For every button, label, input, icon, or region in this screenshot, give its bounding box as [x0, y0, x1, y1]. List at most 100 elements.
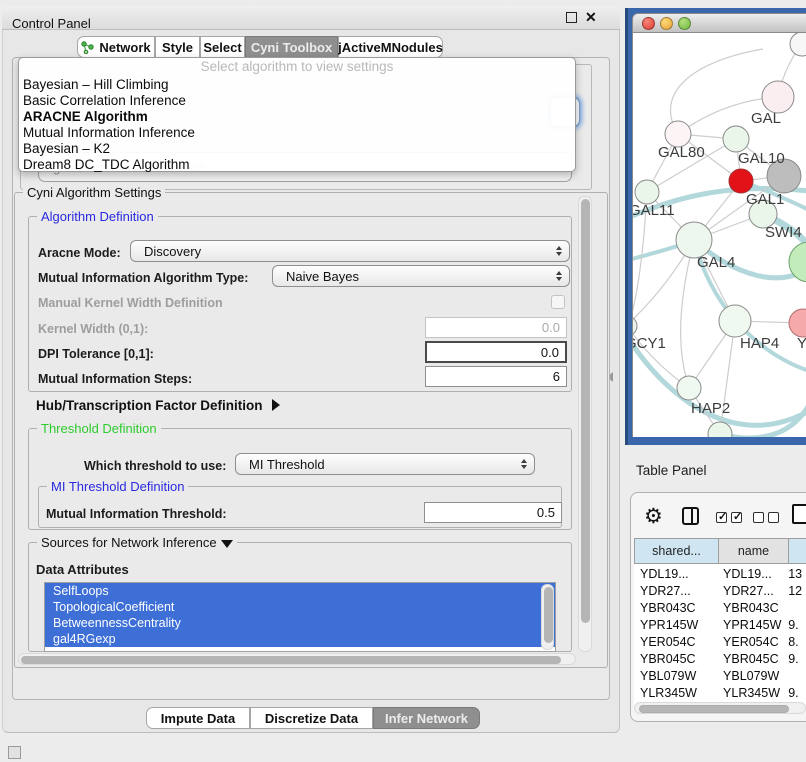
table-row[interactable]: YDL19...YDL19...13 — [634, 566, 806, 583]
close-icon[interactable] — [585, 9, 599, 25]
tab-label: Cyni Toolbox — [251, 40, 332, 55]
network-canvas[interactable]: GAL GAL80 GAL10 GAL1 GAL11 SWI4 GAL4 GCY… — [632, 33, 806, 437]
node — [719, 305, 751, 337]
sources-group-title[interactable]: Sources for Network Inference — [37, 535, 237, 550]
column-header-name[interactable]: name — [718, 538, 789, 564]
aracne-mode-value: Discovery — [144, 244, 201, 259]
node — [633, 316, 637, 336]
column-header-label: name — [738, 544, 769, 558]
zoom-traffic-light-icon[interactable] — [678, 17, 691, 30]
table-row[interactable]: YBR043CYBR043C — [634, 600, 806, 617]
table-row[interactable]: YBR045CYBR045C9. — [634, 651, 806, 668]
table-row[interactable]: YBL079WYBL079W — [634, 668, 806, 685]
control-panel-titlebar: Control Panel — [2, 6, 620, 30]
float-window-icon[interactable] — [566, 12, 577, 23]
algorithm-dropdown-popup: Select algorithm to view settings Bayesi… — [18, 57, 576, 172]
tab-infer-network[interactable]: Infer Network — [373, 707, 480, 729]
minimize-traffic-light-icon[interactable] — [660, 17, 673, 30]
node-label: GAL1 — [746, 191, 784, 208]
table-row[interactable]: YDR27...YDR27...12 — [634, 583, 806, 600]
tab-label: Discretize Data — [265, 711, 358, 726]
dropdown-item[interactable]: Bayesian – Hill Climbing — [23, 77, 571, 93]
tab-style[interactable]: Style — [155, 36, 200, 58]
manual-kernel-checkbox[interactable] — [551, 295, 565, 309]
hub-expand-arrow-icon[interactable] — [272, 399, 280, 411]
dpi-tolerance-input[interactable]: 0.0 — [425, 341, 567, 363]
which-threshold-combobox[interactable]: MI Threshold — [235, 453, 535, 475]
dropdown-item[interactable]: Bayesian – K2 — [23, 141, 571, 157]
hub-definition-toggle[interactable]: Hub/Transcription Factor Definition — [36, 398, 263, 413]
dropdown-item[interactable]: Dream8 DC_TDC Algorithm — [23, 157, 571, 173]
node-label: SWI4 — [765, 224, 802, 241]
chevron-updown-icon — [556, 271, 562, 281]
dropdown-placeholder: Select algorithm to view settings — [19, 59, 575, 76]
mi-threshold-value: 0.5 — [537, 505, 555, 520]
mi-type-combobox[interactable]: Naive Bayes — [272, 265, 570, 287]
settings-horizontal-scrollbar[interactable] — [18, 653, 576, 665]
tab-select[interactable]: Select — [200, 36, 245, 58]
node-label: GCY1 — [633, 335, 666, 352]
node-label: HAP2 — [691, 400, 730, 417]
aracne-mode-combobox[interactable]: Discovery — [130, 240, 570, 262]
mi-type-value: Naive Bayes — [286, 269, 359, 284]
settings-vertical-scrollbar[interactable] — [578, 196, 592, 652]
table-row[interactable]: YER054CYER054C8. — [634, 634, 806, 651]
tab-network[interactable]: Network — [77, 36, 155, 58]
column-header-partial[interactable] — [788, 538, 806, 564]
node — [635, 180, 659, 204]
dock-icon[interactable] — [8, 746, 21, 759]
table-row[interactable]: YPR145WYPR145W9. — [634, 617, 806, 634]
dpi-tolerance-value: 0.0 — [541, 345, 559, 360]
tab-label: Network — [99, 40, 150, 55]
data-attributes-list[interactable]: SelfLoops TopologicalCoefficient Between… — [44, 582, 556, 652]
network-window-titlebar[interactable] — [632, 13, 806, 33]
network-graph: GAL GAL80 GAL10 GAL1 GAL11 SWI4 GAL4 GCY… — [633, 33, 806, 437]
node — [723, 126, 749, 152]
table-panel-title: Table Panel — [636, 463, 707, 478]
tab-cyni-toolbox[interactable]: Cyni Toolbox — [245, 36, 338, 58]
chevron-updown-icon — [521, 459, 527, 469]
list-item[interactable]: gal4RGexp — [45, 631, 555, 647]
screen: Control Panel Network Style Select Cyni … — [0, 0, 806, 762]
split-columns-icon[interactable] — [682, 507, 699, 525]
list-item[interactable]: TopologicalCoefficient — [45, 599, 555, 615]
node — [790, 33, 806, 56]
tab-label: jActiveMNodules — [338, 40, 443, 55]
node-label: HAP4 — [740, 335, 779, 352]
table-horizontal-scrollbar[interactable] — [634, 702, 806, 714]
mi-threshold-input[interactable]: 0.5 — [424, 502, 562, 523]
tab-label: Infer Network — [385, 711, 468, 726]
node — [676, 222, 712, 258]
list-item[interactable]: SelfLoops — [45, 583, 555, 599]
network-tab-icon — [81, 41, 94, 54]
list-item[interactable]: BetweennessCentrality — [45, 615, 555, 631]
checkbox-unchecked-icon[interactable] — [768, 512, 779, 523]
tab-impute-data[interactable]: Impute Data — [146, 707, 250, 729]
kernel-width-value: 0.0 — [542, 320, 560, 335]
dropdown-item[interactable]: Mutual Information Inference — [23, 125, 571, 141]
checkbox-checked-icon[interactable] — [716, 512, 727, 523]
tab-discretize-data[interactable]: Discretize Data — [250, 707, 373, 729]
mi-threshold-group-title: MI Threshold Definition — [47, 479, 188, 494]
node — [708, 422, 732, 437]
which-threshold-label: Which threshold to use: — [84, 459, 226, 473]
table-row[interactable]: YLR345WYLR345W9. — [634, 685, 806, 702]
dropdown-item[interactable]: Basic Correlation Inference — [23, 93, 571, 109]
sources-collapse-arrow-icon[interactable] — [221, 540, 233, 548]
document-icon[interactable] — [792, 504, 806, 524]
dropdown-item-selected[interactable]: ARACNE Algorithm — [23, 109, 571, 125]
node — [677, 376, 701, 400]
mi-steps-input[interactable]: 6 — [425, 366, 567, 387]
close-traffic-light-icon[interactable] — [642, 17, 655, 30]
checkbox-unchecked-icon[interactable] — [753, 512, 764, 523]
kernel-width-input[interactable]: 0.0 — [425, 317, 567, 338]
kernel-width-label: Kernel Width (0,1): — [38, 322, 148, 336]
data-attributes-label: Data Attributes — [36, 562, 129, 577]
list-vertical-scrollbar[interactable] — [541, 584, 554, 650]
gear-icon[interactable]: ⚙ — [644, 504, 663, 529]
column-header-shared[interactable]: shared... — [634, 538, 719, 564]
tab-jactivemnodules[interactable]: jActiveMNodules — [338, 36, 443, 58]
node-table[interactable]: YDL19...YDL19...13 YDR27...YDR27...12 YB… — [634, 564, 806, 708]
checkbox-checked-icon[interactable] — [731, 512, 742, 523]
node-label: Y — [797, 335, 806, 352]
